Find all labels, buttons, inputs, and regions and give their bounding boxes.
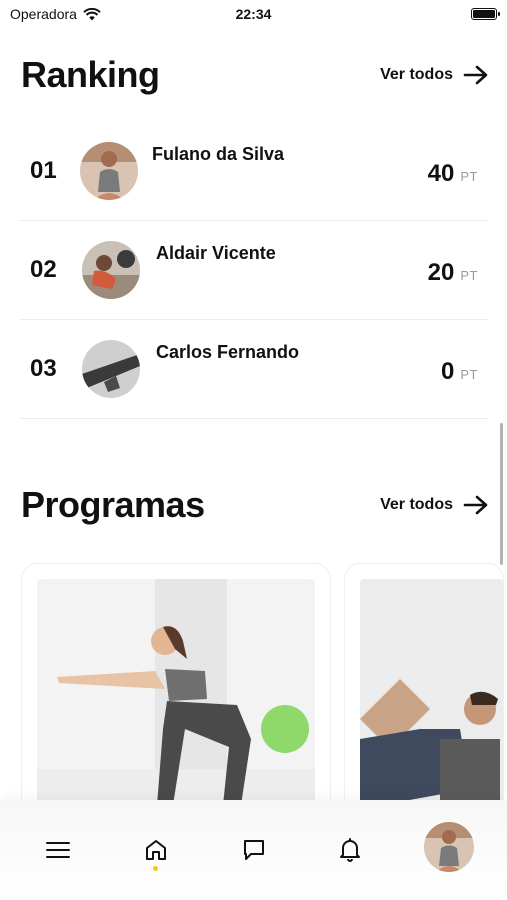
- ranking-row[interactable]: 01 Fulano da Silva 40 PT: [20, 122, 488, 221]
- ranking-see-all-label: Ver todos: [380, 66, 453, 83]
- bell-icon: [340, 838, 360, 862]
- programs-header: Programas Ver todos: [21, 484, 489, 526]
- ranking-name: Aldair Vicente: [156, 243, 276, 263]
- active-indicator: [153, 866, 158, 871]
- programs-see-all-label: Ver todos: [380, 496, 453, 513]
- menu-icon: [46, 842, 70, 858]
- scrollbar[interactable]: [500, 423, 503, 565]
- ranking-position: 01: [30, 157, 57, 184]
- ranking-list: 01 Fulano da Silva 40 PT 02 Aldair Vicen…: [20, 122, 488, 419]
- ranking-points: 0 PT: [441, 358, 478, 386]
- chat-button[interactable]: [234, 830, 274, 870]
- ranking-position: 02: [30, 256, 57, 283]
- ranking-name: Fulano da Silva: [152, 144, 285, 164]
- home-button[interactable]: [136, 830, 176, 870]
- points-value: 0: [441, 358, 455, 385]
- menu-button[interactable]: [38, 830, 78, 870]
- programs-carousel[interactable]: [21, 563, 507, 803]
- points-unit: PT: [460, 367, 478, 382]
- notifications-button[interactable]: [330, 830, 370, 870]
- clock: 22:34: [235, 6, 272, 22]
- programs-title: Programas: [21, 484, 205, 525]
- program-card[interactable]: [344, 563, 504, 803]
- points-unit: PT: [460, 169, 478, 184]
- bottom-nav: [0, 800, 507, 900]
- points-value: 40: [427, 160, 455, 187]
- programs-see-all-button[interactable]: Ver todos: [380, 495, 489, 515]
- ranking-points: 20 PT: [428, 259, 478, 287]
- ranking-see-all-button[interactable]: Ver todos: [380, 65, 489, 85]
- program-image: [37, 579, 315, 803]
- ranking-name: Carlos Fernando: [156, 342, 300, 362]
- status-bar: Operadora 22:34: [0, 0, 507, 28]
- home-icon: [146, 840, 166, 860]
- arrow-right-icon: [463, 65, 488, 85]
- arrow-right-icon: [463, 495, 488, 515]
- avatar: [82, 340, 140, 398]
- profile-avatar[interactable]: [424, 822, 474, 872]
- program-image: [360, 579, 503, 803]
- chat-icon: [244, 840, 264, 860]
- avatar: [80, 142, 138, 200]
- ranking-title: Ranking: [21, 54, 160, 95]
- points-value: 20: [427, 259, 455, 286]
- ranking-row[interactable]: 03 Carlos Fernando 0 PT: [20, 320, 488, 419]
- ranking-points: 40 PT: [428, 160, 478, 188]
- ranking-row[interactable]: 02 Aldair Vicente 20 PT: [20, 221, 488, 320]
- avatar: [82, 241, 140, 299]
- program-card[interactable]: [21, 563, 331, 803]
- points-unit: PT: [460, 268, 478, 283]
- ranking-header: Ranking Ver todos: [21, 54, 489, 96]
- battery-icon: [471, 8, 500, 20]
- ranking-position: 03: [30, 355, 57, 382]
